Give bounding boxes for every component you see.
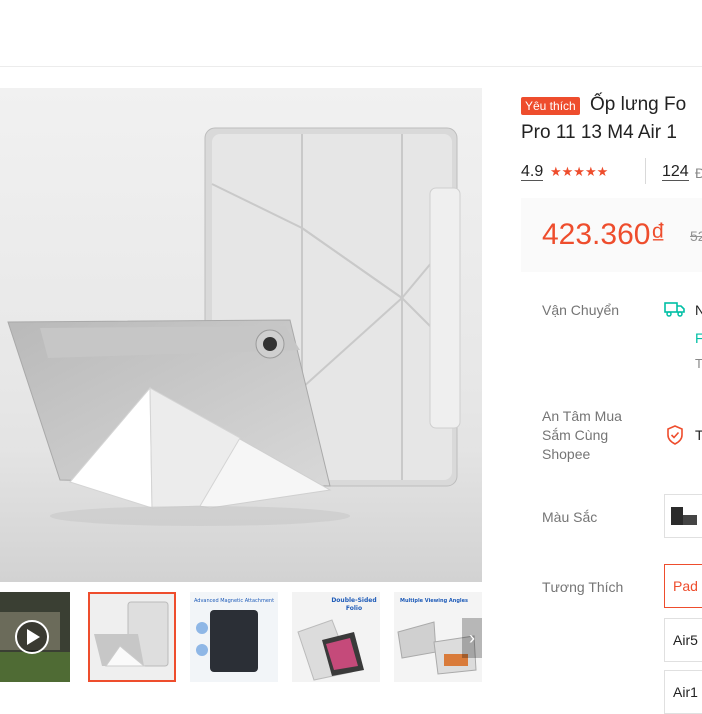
rating-stars: ★★★★★ (550, 164, 609, 179)
thumbnail-folio-stand[interactable] (88, 592, 176, 682)
thumbnail-next-button[interactable]: › (462, 618, 482, 658)
rating-divider (645, 158, 646, 184)
product-title-line-2: Pro 11 13 M4 Air 1 (521, 122, 677, 143)
product-main-image[interactable] (0, 88, 482, 582)
compatibility-label: Tương Thích (542, 579, 624, 595)
header-divider (0, 66, 702, 67)
product-title-line-1: Ốp lưng Fo (590, 94, 687, 115)
truck-icon (664, 300, 686, 323)
shipping-label: Vận Chuyển (542, 302, 620, 318)
thumbnail-double-sided-folio[interactable]: Double-Sided Folio (292, 592, 380, 682)
current-price: 423.360₫ (542, 218, 666, 251)
thumbnail-strip: Advanced Magnetic Attachment Double-Side… (0, 592, 482, 684)
top-bar (0, 0, 702, 66)
review-count[interactable]: 124 (662, 163, 689, 181)
thumbnail-caption: Advanced Magnetic Attachment (194, 598, 274, 604)
thumbnail-magnetic-attachment[interactable]: Advanced Magnetic Attachment (190, 592, 278, 682)
guarantee-text: T (695, 427, 702, 443)
svg-text:Folio: Folio (346, 605, 362, 612)
original-price: 52 (690, 228, 702, 244)
favorite-badge: Yêu thích (521, 97, 580, 115)
rating-value[interactable]: 4.9 (521, 163, 544, 181)
color-label: Màu Sắc (542, 509, 598, 525)
svg-text:Double-Sided: Double-Sided (331, 597, 376, 604)
compat-option-pad[interactable]: Pad (664, 564, 702, 608)
compat-option-air1[interactable]: Air1 (664, 670, 702, 714)
compat-option-air5[interactable]: Air5 (664, 618, 702, 662)
shield-icon (666, 425, 684, 450)
thumbnail-video[interactable] (0, 592, 70, 682)
shipping-option-text: N (695, 302, 702, 318)
review-label: Đ (695, 165, 702, 181)
shipping-fee-link[interactable]: F (695, 330, 702, 346)
shipping-note: T (695, 356, 702, 371)
guarantee-label: An Tâm Mua Sắm Cùng Shopee (542, 408, 622, 462)
thumbnail-caption-angles: Multiple Viewing Angles (400, 598, 468, 604)
color-option[interactable] (664, 494, 702, 538)
